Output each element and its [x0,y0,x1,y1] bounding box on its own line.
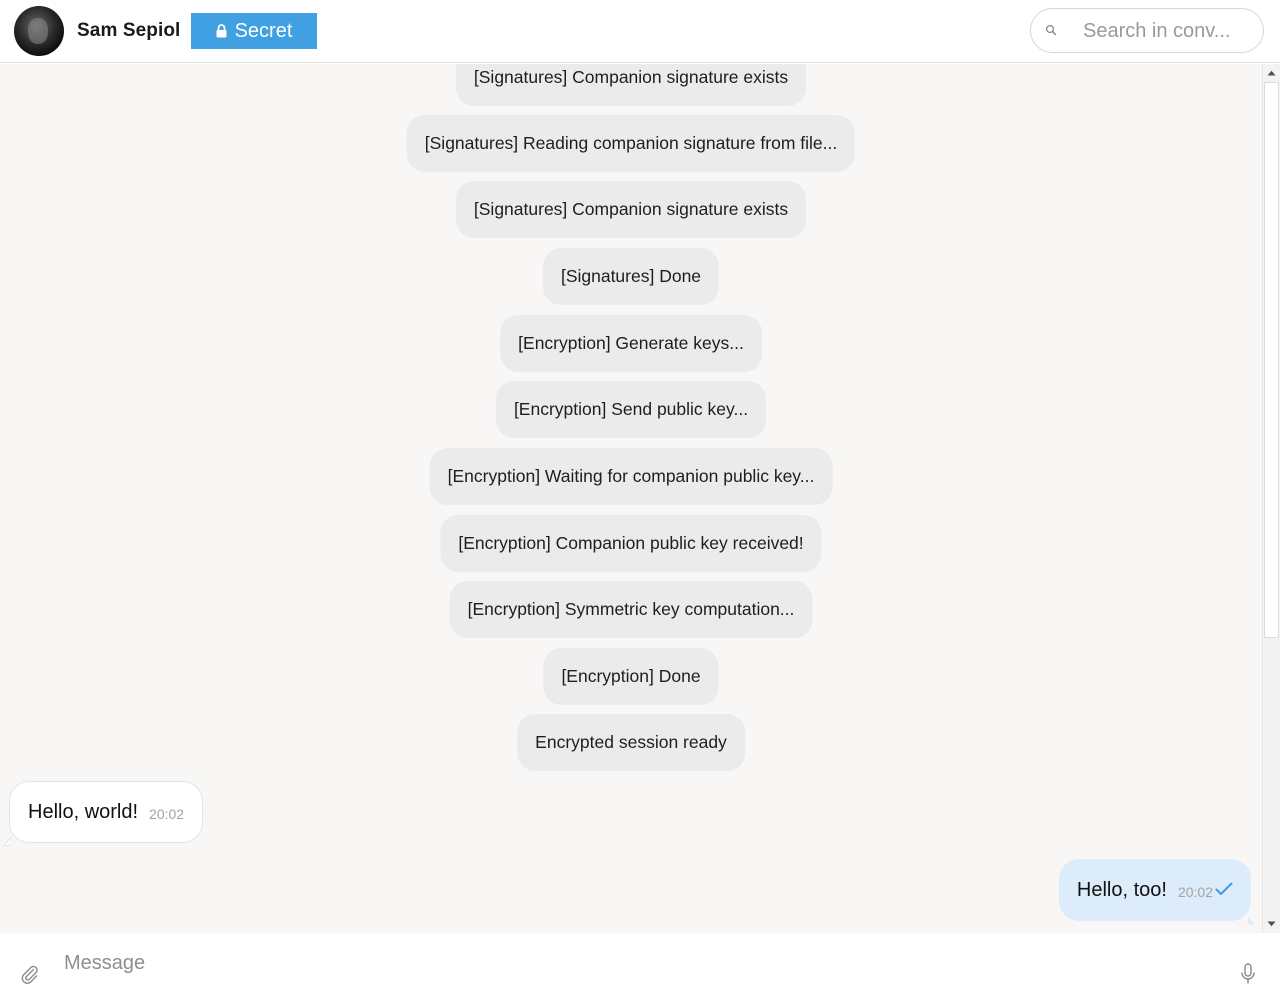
system-message: [Signatures] Done [542,248,720,305]
message-composer [0,933,1280,1004]
system-message: [Encryption] Waiting for companion publi… [429,448,833,505]
message-list[interactable]: [Signatures] Companion signature exists … [0,64,1262,933]
incoming-message[interactable]: Hello, world! 20:02 [9,781,204,843]
system-message: [Encryption] Companion public key receiv… [440,515,822,572]
contact-avatar[interactable] [14,6,64,56]
outgoing-message[interactable]: Hello, too! 20:02 [1058,859,1251,921]
message-input[interactable] [64,946,1214,980]
bubble-tail-icon [3,834,12,847]
scroll-down-arrow-icon[interactable] [1263,915,1280,933]
secret-chat-badge: Secret [191,13,317,49]
lock-icon [216,24,227,38]
system-message: [Encryption] Send public key... [495,381,767,438]
chat-scrollbar[interactable] [1262,64,1280,933]
search-input[interactable] [1083,15,1255,47]
search-box[interactable] [1030,8,1264,53]
message-time: 20:02 [149,806,185,822]
system-message: [Signatures] Companion signature exists [455,181,807,238]
message-text: Hello, world! [28,800,139,823]
contact-name[interactable]: Sam Sepiol [77,20,180,42]
bubble-tail-icon [1248,913,1256,925]
system-message: [Signatures] Reading companion signature… [406,115,856,172]
message-text: Hello, too! [1076,878,1167,901]
system-message: [Encryption] Done [543,648,719,705]
microphone-icon[interactable] [1240,963,1256,985]
system-message: [Signatures] Companion signature exists [455,64,807,106]
paperclip-icon[interactable] [20,964,40,984]
scroll-up-arrow-icon[interactable] [1263,64,1280,82]
scrollbar-thumb[interactable] [1264,82,1279,638]
check-icon [1215,882,1233,901]
chat-header: Sam Sepiol Secret [0,0,1280,63]
system-message: [Encryption] Symmetric key computation..… [449,581,813,638]
system-message: Encrypted session ready [517,714,745,771]
secret-label: Secret [234,19,293,42]
search-icon [1045,24,1058,37]
message-time: 20:02 [1177,884,1213,900]
system-message: [Encryption] Generate keys... [500,315,762,372]
